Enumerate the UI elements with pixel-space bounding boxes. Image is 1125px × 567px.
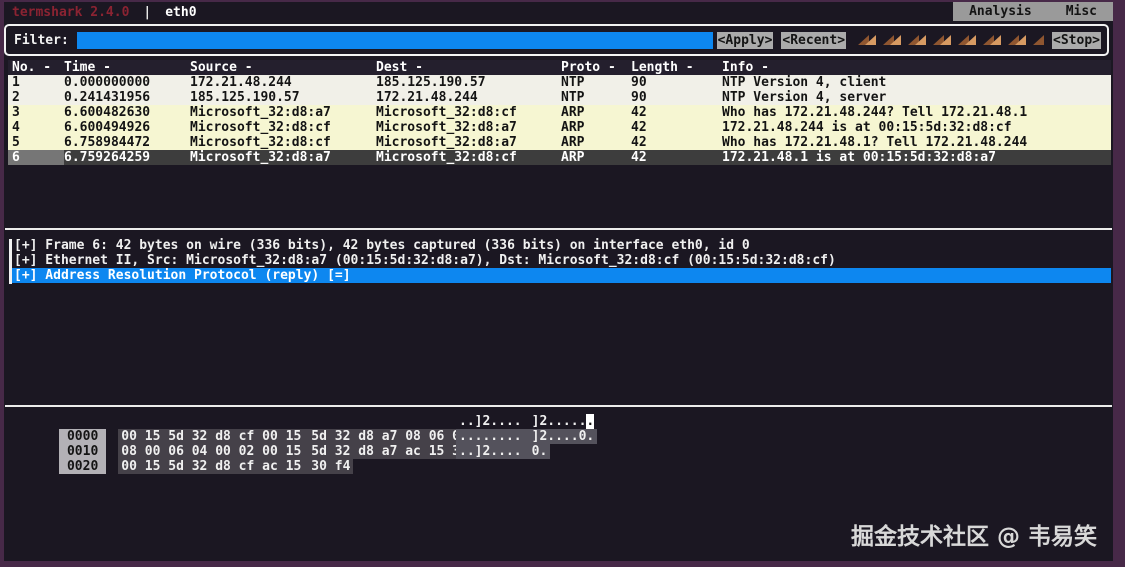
hex-ascii[interactable]: ........]2....0. [456,429,597,444]
pane-divider [5,405,1112,407]
cell-dest: Microsoft_32:d8:cf [376,105,561,120]
table-row[interactable]: 2 0.241431956 185.125.190.57 172.21.48.2… [8,90,1111,105]
cell-info: NTP Version 4, server [722,90,1111,105]
capture-activity-icon [858,34,876,46]
table-row[interactable]: 3 6.600482630 Microsoft_32:d8:a7 Microso… [8,105,1111,120]
cell-dest: Microsoft_32:d8:a7 [376,120,561,135]
column-header-proto[interactable]: Proto - [561,60,631,75]
packet-list-header: No. - Time - Source - Dest - Proto - Len… [8,60,1111,75]
cell-time: 0.241431956 [64,90,190,105]
detail-line-arp-selected[interactable]: [+] Address Resolution Protocol (reply) … [12,268,1111,283]
cell-proto: NTP [561,90,631,105]
title-separator: | [143,5,151,20]
cell-dest: 185.125.190.57 [376,75,561,90]
capture-activity-icon [958,34,976,46]
capture-activity-icon-partial [1033,34,1042,46]
hex-bytes[interactable]: 00 15 5d 32 d8 cf ac 1530 f4 [118,459,353,474]
table-row-selected[interactable]: 6 6.759264259 Microsoft_32:d8:a7 Microso… [8,150,1111,165]
cell-no: 5 [12,135,64,150]
filter-label: Filter: [14,33,69,48]
capture-activity-icon [933,34,951,46]
detail-line-frame[interactable]: [+] Frame 6: 42 bytes on wire (336 bits)… [12,238,1111,253]
cell-time: 6.758984472 [64,135,190,150]
capture-activity-row [858,34,1042,46]
cell-info: Who has 172.21.48.244? Tell 172.21.48.1 [722,105,1111,120]
cell-dest: Microsoft_32:d8:cf [376,150,561,165]
column-header-source[interactable]: Source - [190,60,376,75]
capture-activity-icon [1008,34,1026,46]
menu-misc[interactable]: Misc [1066,4,1097,19]
cell-length: 42 [631,120,722,135]
recent-button[interactable]: <Recent> [781,32,846,49]
cell-time: 0.000000000 [64,75,190,90]
cell-length: 90 [631,90,722,105]
capture-activity-icon [908,34,926,46]
cell-length: 42 [631,105,722,120]
detail-line-ethernet[interactable]: [+] Ethernet II, Src: Microsoft_32:d8:a7… [12,253,1111,268]
hex-row[interactable]: 000000 15 5d 32 d8 cf 00 155d 32 d8 a7 0… [8,414,1111,429]
hex-ascii[interactable]: ..]2....]2...... [456,414,597,429]
stop-button[interactable]: <Stop> [1052,32,1101,49]
column-header-time[interactable]: Time - [64,60,190,75]
hex-ascii[interactable]: ..]2....0. [456,444,550,459]
cell-length: 42 [631,150,722,165]
menu-strip: Analysis Misc [953,2,1113,21]
packet-list: No. - Time - Source - Dest - Proto - Len… [8,60,1111,165]
cell-source: Microsoft_32:d8:cf [190,120,376,135]
column-header-length[interactable]: Length - [631,60,722,75]
table-row[interactable]: 5 6.758984472 Microsoft_32:d8:cf Microso… [8,135,1111,150]
ascii-cursor-char[interactable]: . [586,414,594,429]
cell-no: 3 [12,105,64,120]
cell-proto: ARP [561,135,631,150]
cell-source: Microsoft_32:d8:cf [190,135,376,150]
cell-time: 6.600482630 [64,105,190,120]
cell-info: 172.21.48.1 is at 00:15:5d:32:d8:a7 [722,150,1111,165]
top-bar-left: termshark 2.4.0 | eth0 [4,2,1113,22]
cell-source: Microsoft_32:d8:a7 [190,105,376,120]
cell-dest: 172.21.48.244 [376,90,561,105]
cell-source: 185.125.190.57 [190,90,376,105]
column-header-no[interactable]: No. - [12,60,64,75]
cell-proto: NTP [561,75,631,90]
column-header-dest[interactable]: Dest - [376,60,561,75]
details-scrollbar[interactable] [9,239,12,284]
hex-row[interactable]: 002000 15 5d 32 d8 cf ac 1530 f4 ..]2...… [8,444,1111,459]
apply-button[interactable]: <Apply> [717,32,774,49]
filter-input[interactable] [77,32,713,49]
cell-length: 42 [631,135,722,150]
cell-source: Microsoft_32:d8:a7 [190,150,376,165]
capture-interface-name: eth0 [165,5,196,20]
cell-no: 6 [8,150,64,165]
packet-details-pane: [+] Frame 6: 42 bytes on wire (336 bits)… [8,238,1111,283]
table-row[interactable]: 1 0.000000000 172.21.48.244 185.125.190.… [8,75,1111,90]
top-bar: termshark 2.4.0 | eth0 Analysis Misc [4,2,1113,22]
termshark-app: termshark 2.4.0 | eth0 Analysis Misc Fil… [4,2,1113,561]
cell-dest: Microsoft_32:d8:a7 [376,135,561,150]
hex-row[interactable]: 001008 00 06 04 00 02 00 155d 32 d8 a7 a… [8,429,1111,444]
cell-time: 6.759264259 [64,150,190,165]
hex-offset: 0020 [59,459,106,474]
cell-proto: ARP [561,105,631,120]
cell-no: 4 [12,120,64,135]
cell-time: 6.600494926 [64,120,190,135]
table-row[interactable]: 4 6.600494926 Microsoft_32:d8:cf Microso… [8,120,1111,135]
cell-proto: ARP [561,150,631,165]
pane-divider [5,228,1112,230]
cell-proto: ARP [561,120,631,135]
app-title: termshark 2.4.0 [12,5,129,20]
cell-info: 172.21.48.244 is at 00:15:5d:32:d8:cf [722,120,1111,135]
hex-view-pane: 000000 15 5d 32 d8 cf 00 155d 32 d8 a7 0… [8,414,1111,459]
cell-info: Who has 172.21.48.1? Tell 172.21.48.244 [722,135,1111,150]
filter-panel: Filter: <Apply> <Recent> <Stop> [4,24,1109,56]
cell-source: 172.21.48.244 [190,75,376,90]
cell-no: 2 [12,90,64,105]
capture-activity-icon [883,34,901,46]
cell-no: 1 [12,75,64,90]
menu-analysis[interactable]: Analysis [969,4,1032,19]
column-header-info[interactable]: Info - [722,60,1111,75]
capture-activity-icon [983,34,1001,46]
watermark-text: 掘金技术社区 @ 韦易笑 [851,517,1097,551]
cell-length: 90 [631,75,722,90]
cell-info: NTP Version 4, client [722,75,1111,90]
